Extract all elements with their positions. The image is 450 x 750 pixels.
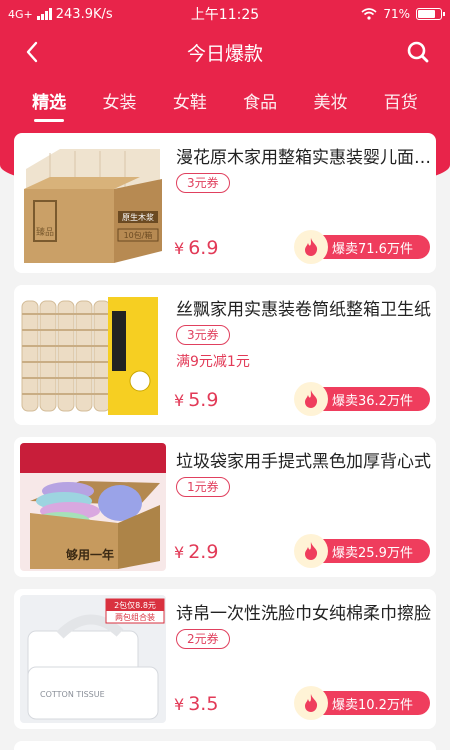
product-price: ¥2.9 bbox=[174, 541, 218, 563]
tab-baihuo[interactable]: 百货 bbox=[366, 88, 436, 113]
product-title: 丝飘家用实惠装卷筒纸整箱卫生纸 bbox=[176, 300, 431, 320]
fire-icon bbox=[294, 686, 328, 720]
price-value: 5.9 bbox=[188, 389, 219, 411]
coupon-badge: 1元券 bbox=[176, 477, 230, 497]
price-value: 6.9 bbox=[188, 237, 219, 259]
fire-icon bbox=[294, 382, 328, 416]
sold-count-text: 爆卖10.2万件 bbox=[332, 697, 413, 713]
product-list: 臻品 原生木浆 10包/箱 漫花原木家用整箱实惠装婴儿面巾纸 3元券 ¥6.9 … bbox=[14, 133, 436, 741]
product-image: 臻品 原生木浆 10包/箱 bbox=[20, 139, 166, 267]
nav-bar: 今日爆款 bbox=[0, 28, 450, 76]
tab-meizhuang[interactable]: 美妆 bbox=[295, 88, 365, 113]
coupon-badge: 2元券 bbox=[176, 629, 230, 649]
bag-text: 够用一年 bbox=[65, 547, 114, 562]
status-time: 上午11:25 bbox=[190, 7, 260, 23]
sold-count-text: 爆卖71.6万件 bbox=[332, 241, 413, 257]
product-card[interactable]: 够用一年 垃圾袋家用手提式黑色加厚背心式 1元券 ¥2.9 爆卖25.9万件 bbox=[14, 437, 436, 577]
tab-jingxuan[interactable]: 精选 bbox=[14, 88, 84, 113]
product-title: 垃圾袋家用手提式黑色加厚背心式 bbox=[176, 452, 431, 472]
coupon-badge: 3元券 bbox=[176, 325, 230, 345]
box-label-text: 原生木浆 bbox=[122, 212, 154, 222]
currency-symbol: ¥ bbox=[174, 391, 185, 410]
sold-count-badge: 爆卖25.9万件 bbox=[294, 534, 430, 568]
box-brand-text: 臻品 bbox=[36, 226, 54, 238]
product-image bbox=[20, 291, 166, 419]
sold-count-badge: 爆卖36.2万件 bbox=[294, 382, 430, 416]
sold-count-text: 爆卖25.9万件 bbox=[332, 545, 413, 561]
tissue-badge-line2: 两包组合装 bbox=[115, 612, 155, 622]
product-card[interactable]: COTTON TISSUE 2包仅8.8元 两包组合装 诗帛一次性洗脸巾女纯棉柔… bbox=[14, 589, 436, 729]
currency-symbol: ¥ bbox=[174, 239, 185, 258]
product-card[interactable]: 臻品 原生木浆 10包/箱 漫花原木家用整箱实惠装婴儿面巾纸 3元券 ¥6.9 … bbox=[14, 133, 436, 273]
product-card[interactable]: 丝飘家用实惠装卷筒纸整箱卫生纸 3元券 满9元减1元 ¥5.9 爆卖36.2万件 bbox=[14, 285, 436, 425]
price-value: 2.9 bbox=[188, 541, 219, 563]
tab-nvzhuang[interactable]: 女装 bbox=[84, 88, 154, 113]
product-title: 漫花原木家用整箱实惠装婴儿面巾纸 bbox=[176, 148, 432, 168]
category-tabs: 精选 女装 女鞋 食品 美妆 百货 bbox=[0, 80, 450, 120]
tissue-badge-line1: 2包仅8.8元 bbox=[114, 600, 156, 610]
search-icon bbox=[407, 41, 429, 63]
back-button[interactable] bbox=[18, 38, 46, 66]
currency-symbol: ¥ bbox=[174, 543, 185, 562]
currency-symbol: ¥ bbox=[174, 695, 185, 714]
product-price: ¥3.5 bbox=[174, 693, 218, 715]
sold-count-text: 爆卖36.2万件 bbox=[332, 393, 413, 409]
sold-count-badge: 爆卖10.2万件 bbox=[294, 686, 430, 720]
price-value: 3.5 bbox=[188, 693, 219, 715]
coupon-badge: 3元券 bbox=[176, 173, 230, 193]
fire-icon bbox=[294, 534, 328, 568]
product-price: ¥5.9 bbox=[174, 389, 218, 411]
tab-shipin[interactable]: 食品 bbox=[225, 88, 295, 113]
box-count-text: 10包/箱 bbox=[124, 230, 153, 240]
product-image: 够用一年 bbox=[20, 443, 166, 571]
promo-text: 满9元减1元 bbox=[176, 354, 250, 370]
next-product-card-peek bbox=[14, 741, 436, 750]
page-title: 今日爆款 bbox=[186, 42, 263, 65]
tab-nvxie[interactable]: 女鞋 bbox=[155, 88, 225, 113]
status-bar: 4G+ 243.9K/s 上午11:25 71% bbox=[0, 0, 450, 28]
product-title: 诗帛一次性洗脸巾女纯棉柔巾擦脸 bbox=[176, 604, 431, 624]
tissue-text: COTTON TISSUE bbox=[40, 690, 105, 699]
product-price: ¥6.9 bbox=[174, 237, 218, 259]
chevron-left-icon bbox=[26, 41, 38, 63]
sold-count-badge: 爆卖71.6万件 bbox=[294, 230, 430, 264]
search-button[interactable] bbox=[404, 38, 432, 66]
product-image: COTTON TISSUE 2包仅8.8元 两包组合装 bbox=[20, 595, 166, 723]
fire-icon bbox=[294, 230, 328, 264]
battery-icon bbox=[416, 8, 445, 20]
